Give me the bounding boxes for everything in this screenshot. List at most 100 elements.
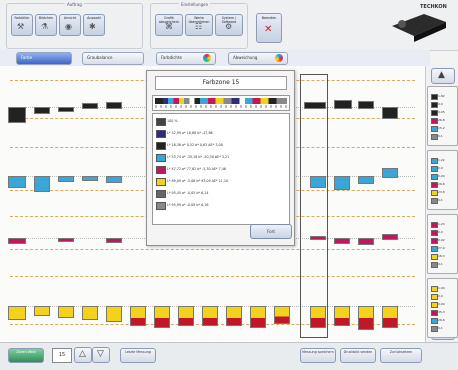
ink-bar [226,306,242,326]
ink-bar [154,306,170,328]
tool-button-label: Ansicht [63,16,77,20]
tool-button-2[interactable]: Bildchen ⚗ [35,14,57,36]
group-title: Einstellungen [179,2,211,7]
tool-icon: ☷ [195,22,203,31]
tool-icon: ⌘ [165,22,173,31]
panel-value: 0,0 [438,102,443,106]
scroll-up-button[interactable]: ▲ [431,68,455,84]
tab-bar: Farbe Graubalance Farbdichte Abweichung [0,50,430,66]
measurement-row: 100 % [167,119,178,123]
ink-bar [8,238,26,244]
swatch [156,154,166,162]
panel-value: 0,0 [438,294,443,298]
ink-bar [178,306,194,326]
ink-bar [58,107,74,112]
ink-bar [8,107,26,123]
tab-farbdichte[interactable]: Farbdichte [156,52,216,65]
ink-bar [34,107,50,114]
measurement-row: L* 16,36 a* 0,52 b* 0,63 ΔE* 3,08 [167,143,223,147]
next-button[interactable]: ▽ [92,347,110,363]
ink-bar [334,238,350,244]
tool-button-label: Bildchen [38,16,54,20]
measurement-row: L* 47,72 a* 77,62 b* -5,30 ΔE* 7,46 [167,167,226,171]
color-zone-dialog: Farbzone 15 100 % L* 32,99 a* 18,68 b* -… [146,70,295,246]
panel-value: 0,05 [438,110,445,114]
value-panel-black: 1,82 0,0 0,05 26,8 15,2 0,1 [427,86,458,146]
ink-bar [382,306,398,328]
panel-value: 0,04 [438,302,445,306]
device-icon [392,14,446,42]
panel-value: 15,2 [438,126,445,130]
send-image-button[interactable]: Druckbild senden [340,348,376,363]
previous-button[interactable]: △ [74,347,92,363]
ink-bar [34,176,50,192]
tool-button-6[interactable]: Werte übernehmen ☷ [185,14,213,36]
reset-button[interactable]: Zurücksetzen [380,348,422,363]
tool-button-7[interactable]: System / Software ⚙ [215,14,243,36]
tab-label: Abweichung [233,55,258,60]
bottom-bar: Zonen Wahl 15 △ ▽ Letzte Messung Messung… [0,342,458,370]
panel-value: 0,1 [438,134,443,138]
ink-bar [106,176,122,183]
measurement-row: L* 32,99 a* 18,68 b* -47,86 [167,131,213,135]
toolbar: Auftrag Farbkiller ⚒ Bildchen ⚗ Ansicht ◉ A… [0,0,458,51]
exit-button-label: Beenden [261,16,277,20]
group-title: Auftrag [65,2,84,7]
panel-value: 0,02 [438,238,445,242]
tab-graubalance[interactable]: Graubalance [82,52,144,65]
tab-label: Graubalance [87,55,113,60]
last-measurement-button[interactable]: Letzte Messung [120,348,156,363]
dialog-title: Farbzone 15 [155,76,287,90]
color-wheel-icon [203,54,211,62]
ink-bar [58,176,74,182]
color-strip [152,95,290,111]
tool-button-1[interactable]: Farbkiller ⚒ [11,14,33,36]
tab-label: Farbe [21,55,33,60]
panel-value: 0,0 [438,166,443,170]
chevron-up-icon: ▲ [438,70,445,80]
exit-button[interactable]: Beenden ✕ [256,13,282,43]
tab-farbe[interactable]: Farbe [16,52,72,65]
ok-button[interactable]: Fort [250,224,292,239]
ink-bar [82,103,98,109]
ink-bar [358,176,374,184]
ink-bar [250,306,266,328]
tool-icon: ◉ [65,22,72,31]
ink-bar [202,306,218,326]
ink-bar [8,176,26,188]
tool-button-3[interactable]: Ansicht ◉ [59,14,81,36]
logo: TECHKON [384,4,454,44]
zone-number-field[interactable]: 15 [52,348,72,363]
ink-bar [34,306,50,316]
ink-bar [334,306,350,326]
tool-button-4[interactable]: Auswahl ✱ [83,14,105,36]
ink-bar [106,306,122,322]
tab-abweichung[interactable]: Abweichung [228,52,288,65]
auftrag-group: Auftrag Farbkiller ⚒ Bildchen ⚗ Ansicht ◉ A… [6,2,143,49]
tool-button-5[interactable]: Grafik abspeichern ⌘ [155,14,183,36]
zone-select-button[interactable]: Zonen Wahl [8,348,44,363]
zone-highlight[interactable] [300,74,328,338]
ink-bar [358,101,374,109]
panel-value: 23,8 [438,190,445,194]
swatch [156,190,166,198]
panel-value: 0,0 [438,230,443,234]
chevron-up-icon: △ [79,349,86,359]
value-panel-yellow: 1,00 0,0 0,04 35,3 26,6 0,1 [427,278,458,338]
ink-bar [358,238,374,245]
measurement-row: L* 95,99 a* -0,09 b* 6,16 [167,203,209,207]
swatch [156,202,166,210]
panel-value: 18,3 [438,254,445,258]
tab-label: Farbdichte [161,55,182,60]
ink-bar [358,306,374,330]
ink-bar [274,306,290,324]
ink-bar [130,306,146,326]
color-wheel-icon [275,54,283,62]
panel-value: 26,8 [438,118,445,122]
save-measurement-button[interactable]: Messung speichern [300,348,336,363]
settings-group: Einstellungen Grafik abspeichern ⌘ Werte … [150,2,248,49]
panel-value: 1,82 [438,94,445,98]
panel-value: 27,9 [438,246,445,250]
panel-value: 26,6 [438,318,445,322]
ink-bar [106,238,122,243]
